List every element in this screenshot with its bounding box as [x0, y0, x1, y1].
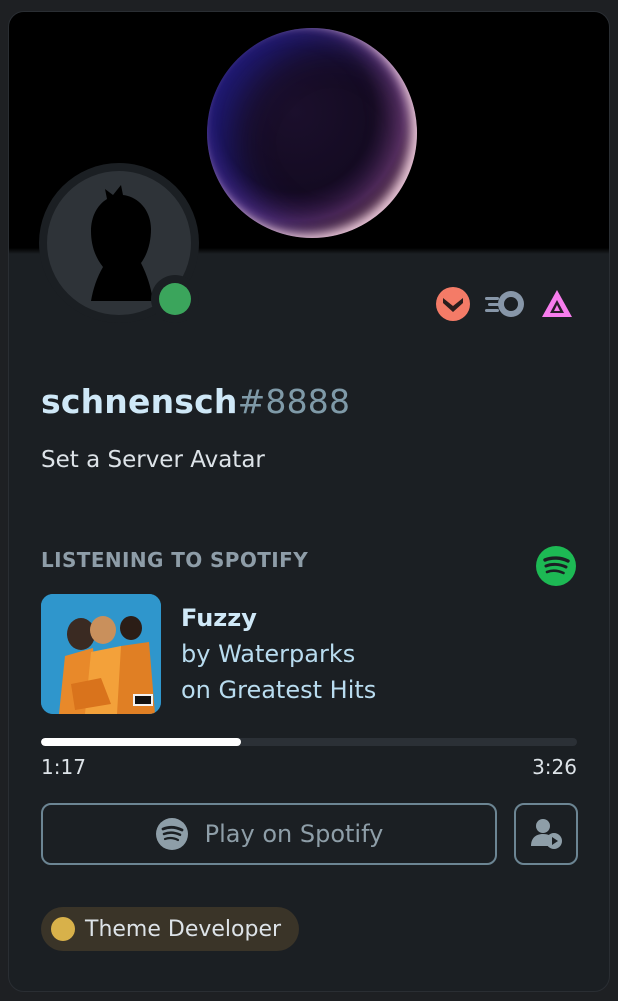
- username-text: schnensch: [41, 382, 238, 421]
- online-status-icon: [159, 283, 191, 315]
- playback-progress-fill: [41, 738, 242, 746]
- spotify-icon: [535, 545, 577, 587]
- album-cover-image: [41, 594, 161, 714]
- role-color-dot: [51, 917, 75, 941]
- album-art[interactable]: [41, 594, 161, 714]
- playback-progress-bar: [41, 738, 577, 746]
- user-play-icon: [531, 819, 562, 849]
- play-button-label: Play on Spotify: [204, 820, 384, 848]
- badge-list: [435, 286, 575, 322]
- role-pill[interactable]: Theme Developer: [41, 907, 300, 951]
- elapsed-time: 1:17: [41, 755, 86, 779]
- username[interactable]: schnensch#8888: [41, 382, 350, 421]
- hypesquad-balance-triangle-icon[interactable]: [539, 286, 575, 322]
- view-spotify-profile-button[interactable]: [514, 803, 578, 865]
- role-name: Theme Developer: [85, 916, 282, 942]
- play-on-spotify-button[interactable]: Play on Spotify: [41, 803, 497, 865]
- track-artist[interactable]: by Waterparks: [181, 640, 355, 668]
- custom-status: Set a Server Avatar: [41, 447, 265, 473]
- user-profile-popout: schnensch#8888 Set a Server Avatar LISTE…: [8, 11, 610, 992]
- track-album[interactable]: on Greatest Hits: [181, 676, 376, 704]
- activity-header: LISTENING TO SPOTIFY: [41, 548, 309, 572]
- track-duration: 3:26: [532, 755, 577, 779]
- track-title[interactable]: Fuzzy: [181, 604, 257, 632]
- banner-orb-image: [207, 28, 417, 238]
- discriminator: #8888: [237, 382, 351, 421]
- hypesquad-bravery-icon[interactable]: [435, 286, 471, 322]
- spotify-icon: [155, 818, 188, 850]
- nitro-boost-icon[interactable]: [483, 286, 527, 322]
